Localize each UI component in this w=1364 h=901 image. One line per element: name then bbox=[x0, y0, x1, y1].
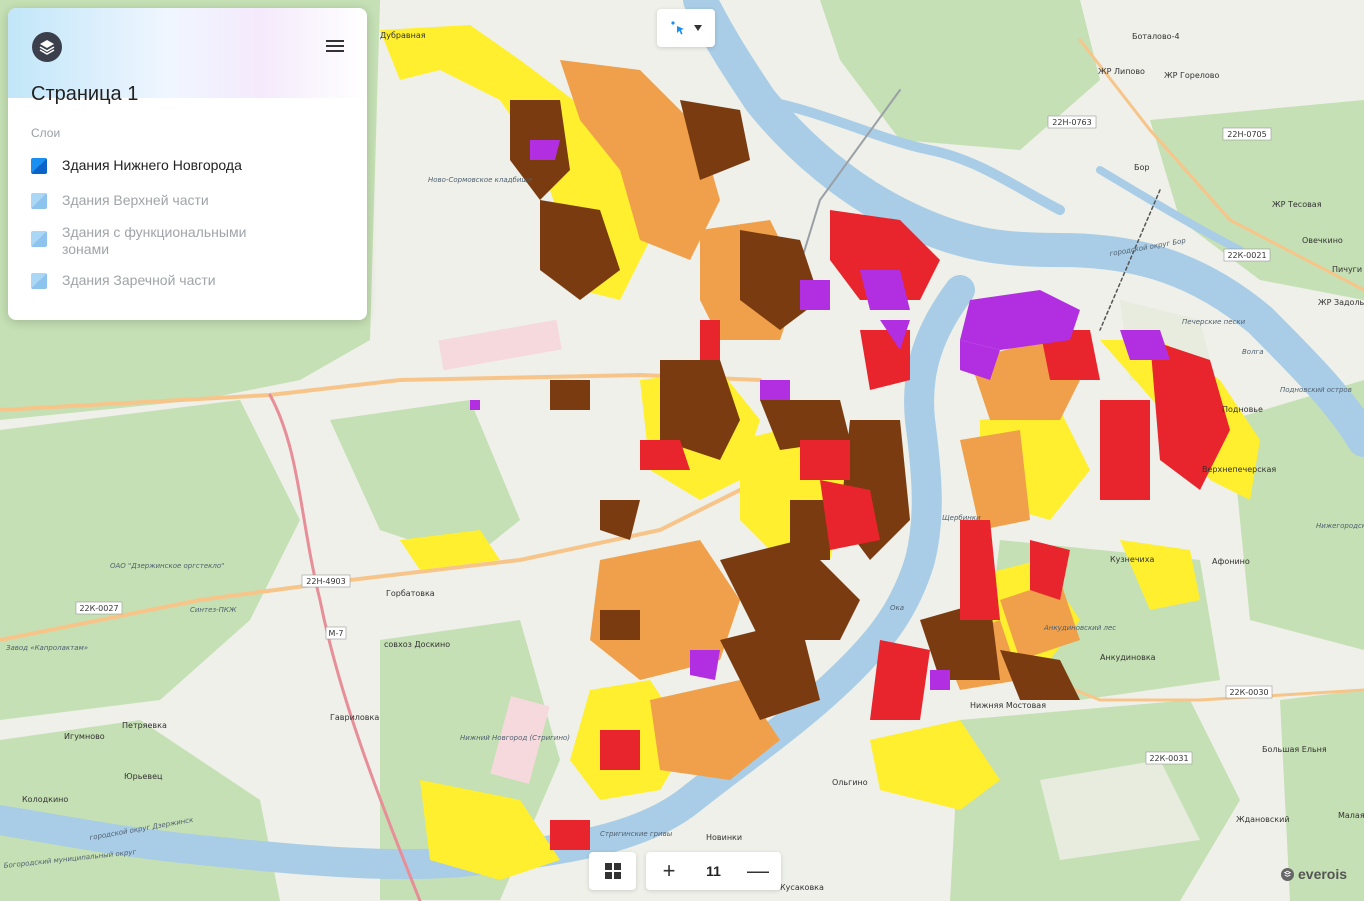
label-airport: Нижний Новгород (Стригино) bbox=[460, 734, 570, 742]
basemap-grid-button[interactable] bbox=[589, 852, 636, 890]
layers-logo-icon bbox=[39, 40, 55, 55]
label-botalovo: Боталово-4 bbox=[1132, 32, 1180, 41]
zoom-out-button[interactable]: — bbox=[747, 858, 769, 883]
label-zhr-lipovo: ЖР Липово bbox=[1098, 67, 1145, 76]
label-nizhnyaya: Нижняя Мостовая bbox=[970, 701, 1046, 710]
page-title: Страница 1 bbox=[31, 83, 139, 105]
label-zhr-gorelovo: ЖР Горелово bbox=[1164, 71, 1219, 80]
label-kuznechikha: Кузнечиха bbox=[1110, 555, 1154, 564]
layer-swatch-icon bbox=[31, 231, 47, 247]
label-podnovye: Подновье bbox=[1222, 405, 1263, 414]
svg-text:22Н-0763: 22Н-0763 bbox=[1052, 118, 1091, 127]
label-pichugi: Пичуги bbox=[1332, 265, 1362, 274]
label-kusakovka: Кусаковка bbox=[780, 883, 824, 892]
layer-label: Здания с функциональными зонами bbox=[62, 224, 247, 257]
label-durenevo: Дубравная bbox=[380, 31, 426, 40]
layer-item-zarechnaya[interactable]: Здания Заречной части bbox=[31, 272, 262, 289]
label-gavrilovka: Гавриловка bbox=[330, 713, 379, 722]
zoom-level-value: 11 bbox=[706, 863, 721, 879]
layers-section-label: Слои bbox=[31, 126, 61, 140]
label-novinki: Новинки bbox=[706, 833, 742, 842]
cursor-select-icon bbox=[671, 21, 684, 35]
everois-logo-icon bbox=[1281, 867, 1294, 881]
grid-icon bbox=[604, 863, 621, 879]
hamburger-menu-icon[interactable] bbox=[326, 38, 344, 56]
label-pecherskie: Печерские пески bbox=[1182, 318, 1246, 326]
layer-swatch-icon bbox=[31, 193, 47, 209]
layer-swatch-icon bbox=[31, 273, 47, 289]
label-zhr-tesovaya: ЖР Тесовая bbox=[1272, 200, 1322, 209]
label-patrevka: Петряевка bbox=[122, 721, 167, 730]
label-podnovsky: Подновский остров bbox=[1280, 386, 1352, 394]
label-igumnovo: Игумново bbox=[64, 732, 105, 741]
label-ozk: ОАО "Дзержинское оргстекло" bbox=[110, 562, 224, 570]
label-gorbatovka: Горбатовка bbox=[386, 589, 435, 598]
svg-text:22К-0030: 22К-0030 bbox=[1229, 688, 1268, 697]
svg-text:22К-0031: 22К-0031 bbox=[1149, 754, 1188, 763]
label-volga: Волга bbox=[1242, 348, 1264, 356]
svg-text:22Н-4903: 22Н-4903 bbox=[306, 577, 345, 586]
road-shield-22k-0030: 22К-0030 bbox=[1225, 685, 1273, 699]
label-shevrik: Щербинки bbox=[942, 514, 981, 522]
road-shield-22n-0763: 22Н-0763 bbox=[1047, 115, 1097, 129]
zoom-in-button[interactable]: + bbox=[658, 858, 680, 883]
label-zavod: Завод «Капролактам» bbox=[6, 644, 88, 652]
layer-item-functional[interactable]: Здания с функциональными зонами bbox=[31, 224, 262, 258]
chevron-down-icon bbox=[694, 25, 702, 31]
label-strigino-grivy: Стригинские гривы bbox=[600, 830, 673, 838]
label-vyezdnoe: Верхнепечерская bbox=[1202, 465, 1276, 474]
layer-label: Здания Верхней части bbox=[62, 192, 209, 208]
layer-swatch-icon bbox=[31, 158, 47, 174]
layer-item-nizhny[interactable]: Здания Нижнего Новгорода bbox=[31, 157, 262, 174]
road-shield-22k-0031: 22К-0031 bbox=[1145, 751, 1193, 765]
layer-item-upper[interactable]: Здания Верхней части bbox=[31, 192, 262, 209]
road-shield-22k-0027: 22К-0027 bbox=[75, 601, 123, 615]
layer-label: Здания Нижнего Новгорода bbox=[62, 157, 242, 173]
label-malaya: Малая bbox=[1338, 811, 1364, 820]
label-kolodkino: Колодкино bbox=[22, 795, 68, 804]
label-oka: Ока bbox=[890, 604, 904, 612]
svg-text:22Н-0705: 22Н-0705 bbox=[1227, 130, 1266, 139]
svg-text:22К-0027: 22К-0027 bbox=[79, 604, 118, 613]
svg-text:М-7: М-7 bbox=[329, 629, 344, 638]
label-afonino: Афонино bbox=[1212, 557, 1250, 566]
label-ankudinovsky: Анкудиновский лес bbox=[1043, 624, 1116, 632]
label-sovkhoz: совхоз Доскино bbox=[384, 640, 450, 649]
road-shield-22k-0021: 22К-0021 bbox=[1223, 248, 1271, 262]
label-zhdanovsky: Ждановский bbox=[1236, 815, 1290, 824]
label-sintez: Синтез-ПКЖ bbox=[190, 606, 237, 614]
label-ovechkino: Овечкино bbox=[1302, 236, 1343, 245]
road-shield-22n-0705: 22Н-0705 bbox=[1222, 127, 1272, 141]
svg-text:22К-0021: 22К-0021 bbox=[1227, 251, 1266, 260]
road-shield-m7: М-7 bbox=[325, 626, 347, 640]
app-logo-icon[interactable] bbox=[32, 32, 62, 62]
label-yurevets: Юрьевец bbox=[124, 772, 163, 781]
zoom-control: + 11 — bbox=[646, 852, 781, 890]
label-bolshaya: Большая Ельня bbox=[1262, 745, 1327, 754]
label-zhr-zadolye: ЖР Задолье bbox=[1318, 298, 1364, 307]
everois-brand: everois bbox=[1281, 866, 1347, 882]
label-ankudinovka: Анкудиновка bbox=[1100, 653, 1156, 662]
layer-label: Здания Заречной части bbox=[62, 272, 216, 288]
label-olgino: Ольгино bbox=[832, 778, 868, 787]
layers-panel: Страница 1 Слои Здания Нижнего Новгорода… bbox=[8, 8, 367, 320]
select-tool-dropdown[interactable] bbox=[657, 9, 715, 47]
label-bor: Бор bbox=[1134, 163, 1149, 172]
label-kladbische: Ново-Сормовское кладбище bbox=[428, 176, 532, 184]
road-shield-22n-4903: 22Н-4903 bbox=[301, 574, 351, 588]
label-nizhegorodskaya: Нижегородская станция аэрации bbox=[1316, 522, 1364, 530]
brand-name: everois bbox=[1298, 866, 1348, 882]
